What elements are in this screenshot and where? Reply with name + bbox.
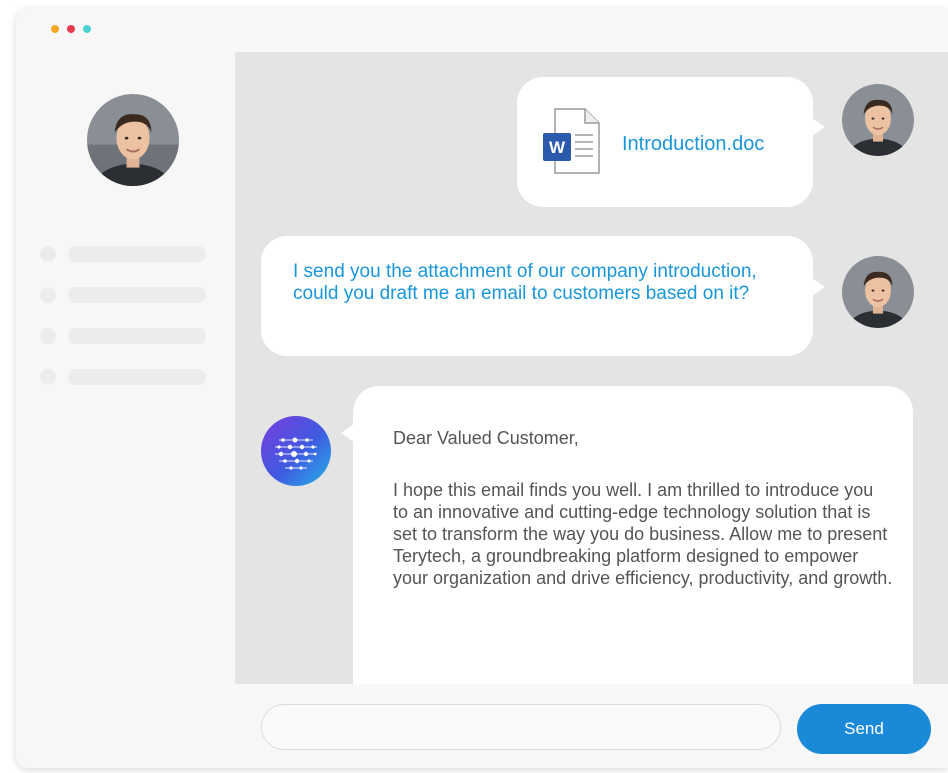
bubble-tail <box>812 278 825 296</box>
user-message-text: I send you the attachment of our company… <box>293 261 757 304</box>
ai-bot-icon <box>261 416 331 486</box>
word-badge: W <box>549 138 566 157</box>
window-control-red[interactable] <box>67 25 75 33</box>
placeholder-circle <box>40 328 56 344</box>
sidebar <box>16 52 234 768</box>
app-window: W Introduction.doc I send you the attach… <box>16 8 948 768</box>
ai-message-body: I hope this email finds you well. I am t… <box>393 480 893 588</box>
ai-message-bubble[interactable]: Dear Valued Customer, I hope this email … <box>353 386 913 684</box>
word-document-icon: W <box>543 108 600 174</box>
send-button[interactable]: Send <box>797 704 931 754</box>
chat-area: W Introduction.doc I send you the attach… <box>235 52 948 684</box>
file-message-bubble[interactable]: W Introduction.doc <box>517 77 813 207</box>
bubble-tail <box>812 118 825 136</box>
ai-message-greeting: Dear Valued Customer, <box>393 428 579 448</box>
file-name-link[interactable]: Introduction.doc <box>622 133 764 156</box>
message-input[interactable] <box>261 704 781 750</box>
window-control-orange[interactable] <box>51 25 59 33</box>
user-avatar-icon[interactable] <box>87 94 179 186</box>
placeholder-bar <box>68 246 206 262</box>
window-control-teal[interactable] <box>83 25 91 33</box>
user-avatar-icon <box>842 256 914 328</box>
placeholder-circle <box>40 369 56 385</box>
user-avatar-icon <box>842 84 914 156</box>
placeholder-bar <box>68 369 206 385</box>
placeholder-bar <box>68 328 206 344</box>
placeholder-bar <box>68 287 206 303</box>
placeholder-circle <box>40 287 56 303</box>
user-message-bubble[interactable]: I send you the attachment of our company… <box>261 236 813 356</box>
placeholder-circle <box>40 246 56 262</box>
composer-bar: Send <box>235 684 948 768</box>
